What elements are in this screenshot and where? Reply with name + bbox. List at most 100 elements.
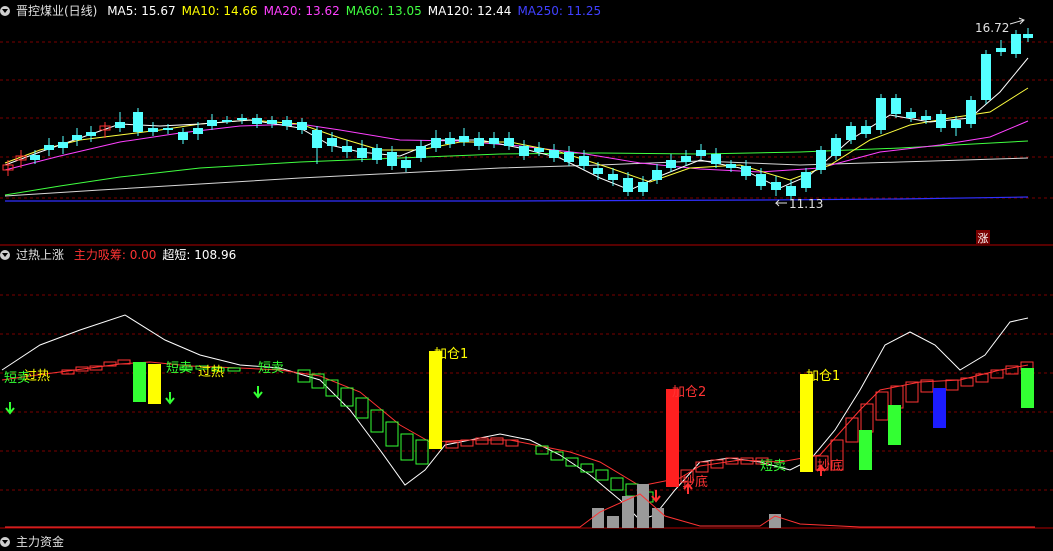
volume-bar <box>637 484 649 528</box>
candle-body <box>297 122 307 130</box>
candle-body <box>282 120 292 126</box>
signal-bar <box>933 388 946 428</box>
signal-box <box>945 379 959 391</box>
candle-body <box>58 142 68 148</box>
volume-bar <box>607 516 619 528</box>
candle-body <box>133 112 143 132</box>
signal-box <box>355 397 369 419</box>
grid-lines <box>0 41 1053 529</box>
dropdown-circle-icon[interactable] <box>0 250 10 260</box>
signal-box <box>385 421 399 447</box>
candle-body <box>951 120 961 128</box>
candle-body <box>534 148 544 152</box>
ma5-line <box>4 57 1029 191</box>
candle-body <box>726 164 736 168</box>
candle-body <box>267 120 277 124</box>
sub-indicator-values: 主力吸筹: 0.00 超短: 108.96 <box>74 248 242 262</box>
candle-body <box>312 130 322 148</box>
candle-body <box>237 118 247 120</box>
candle-body <box>115 122 125 128</box>
candle-body <box>996 48 1006 52</box>
signal-label: 加仓2 <box>672 385 706 400</box>
candle-body <box>756 174 766 186</box>
signal-label: 过热 <box>198 365 224 380</box>
signal-bar <box>800 374 813 472</box>
indicator-value: 主力吸筹: 0.00 <box>73 248 157 262</box>
candle-body <box>86 132 96 136</box>
signal-box <box>845 417 859 443</box>
indicator-value: MA120: 12.44 <box>427 4 512 18</box>
dropdown-circle-icon[interactable] <box>0 6 10 16</box>
signal-box <box>227 367 241 372</box>
candle-body <box>72 135 82 140</box>
signal-box <box>490 437 504 445</box>
signal-box <box>370 409 384 433</box>
signal-label: 短卖 <box>166 361 192 376</box>
candle-body <box>372 148 382 160</box>
oscillator-line <box>1 314 1029 521</box>
indicator-value: MA10: 14.66 <box>181 4 258 18</box>
indicator-sub-chart <box>1 314 1035 528</box>
signal-label: 抄底 <box>817 458 843 474</box>
stock-chart[interactable]: 16.7211.13涨短卖过热短卖 过热 短卖加仓1加仓2抄底短卖加仓1抄底 <box>0 0 1053 541</box>
signal-label: 抄底 <box>682 474 708 490</box>
signal-label: 短卖 <box>258 361 284 376</box>
candle-body <box>387 152 397 166</box>
candle-body <box>549 150 559 158</box>
bottom-panel-header: 主力资金 <box>0 533 70 551</box>
candle-body <box>342 146 352 152</box>
signal-bar <box>666 389 679 487</box>
signal-bar <box>859 430 872 470</box>
candle-body <box>666 160 676 168</box>
ma120-line <box>4 157 1029 197</box>
candle-body <box>906 112 916 118</box>
signal-box <box>890 385 904 409</box>
candle-body <box>593 168 603 174</box>
candle-body <box>681 156 691 162</box>
candle-body <box>608 174 618 180</box>
main-panel-title: 晋控煤业(日线) <box>16 4 98 18</box>
low-arrow-icon <box>774 199 787 207</box>
candle-body <box>148 128 158 132</box>
indicator-value: MA60: 13.05 <box>345 4 422 18</box>
candle-body <box>771 182 781 190</box>
signal-bar <box>133 362 146 402</box>
candle-body <box>579 156 589 166</box>
candle-body <box>966 100 976 124</box>
candle-body <box>504 138 514 146</box>
candle-body <box>831 138 841 156</box>
candle-body <box>445 138 455 144</box>
dropdown-circle-icon[interactable] <box>0 537 10 547</box>
candle-body <box>921 116 931 120</box>
indicator-value: MA20: 13.62 <box>263 4 340 18</box>
high-arrow-icon <box>1009 17 1025 25</box>
candle-body <box>30 155 40 160</box>
main-panel-header: 晋控煤业(日线) MA5: 15.67 MA10: 14.66 MA20: 13.6… <box>0 2 613 20</box>
main-indicator-values: MA5: 15.67 MA10: 14.66 MA20: 13.62 MA60: 13… <box>107 4 607 18</box>
candle-body <box>519 146 529 156</box>
signal-label: 过热 <box>24 369 50 384</box>
arrow-down-icon <box>165 392 175 405</box>
candle-body <box>801 172 811 188</box>
signal-bar <box>888 405 901 445</box>
bottom-panel-title: 主力资金 <box>16 535 65 549</box>
candle-body <box>861 126 871 134</box>
signal-box <box>400 433 414 461</box>
candle-body <box>489 138 499 144</box>
candle-body <box>1011 34 1021 54</box>
signal-bar <box>1021 368 1034 408</box>
candle-body <box>357 148 367 158</box>
signal-label: 短卖 <box>760 459 786 474</box>
candle-body <box>652 170 662 180</box>
candle-body <box>638 182 648 192</box>
candle-body <box>623 178 633 192</box>
volume-outline <box>5 493 1035 528</box>
candle-body <box>416 146 426 158</box>
candle-body <box>711 154 721 164</box>
signal-box <box>595 469 609 481</box>
candle-body <box>564 152 574 162</box>
candle-body <box>1023 34 1033 38</box>
low-price-label: 11.13 <box>789 197 823 211</box>
candle-body <box>193 128 203 134</box>
ma20-line <box>4 120 1029 173</box>
